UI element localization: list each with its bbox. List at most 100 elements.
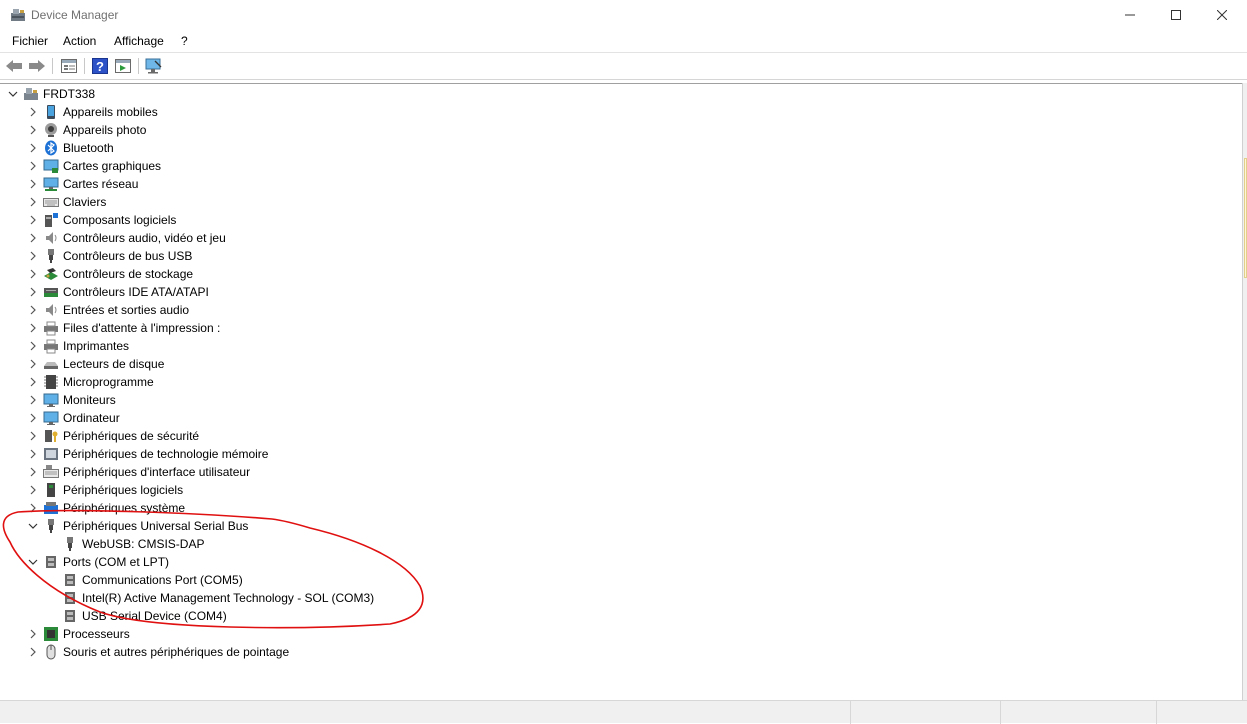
usb-icon — [43, 518, 59, 534]
chevron-right-icon[interactable] — [27, 337, 39, 355]
tree-item[interactable]: Cartes réseau — [27, 175, 138, 193]
menu-action[interactable]: Action — [63, 34, 96, 48]
bluetooth-icon — [43, 140, 59, 156]
device-item[interactable]: Communications Port (COM5) — [58, 571, 243, 589]
menu-fichier[interactable]: Fichier — [12, 34, 48, 48]
chevron-right-icon[interactable] — [27, 247, 39, 265]
chevron-right-icon[interactable] — [27, 427, 39, 445]
chevron-right-icon[interactable] — [27, 121, 39, 139]
forward-button[interactable] — [28, 57, 46, 75]
security-device-icon — [43, 428, 59, 444]
device-item[interactable]: Intel(R) Active Management Technology - … — [58, 589, 374, 607]
chevron-right-icon[interactable] — [27, 229, 39, 247]
chevron-right-icon[interactable] — [27, 319, 39, 337]
chevron-right-icon[interactable] — [27, 445, 39, 463]
port-icon — [62, 590, 78, 606]
tree-item[interactable]: Contrôleurs de stockage — [27, 265, 193, 283]
toolbar-separator — [84, 58, 85, 74]
tree-item[interactable]: Moniteurs — [27, 391, 116, 409]
tree-item[interactable]: Claviers — [27, 193, 106, 211]
status-divider — [850, 701, 851, 724]
port-icon — [62, 572, 78, 588]
tree-item[interactable]: Imprimantes — [27, 337, 129, 355]
scan-hardware-button[interactable] — [145, 57, 163, 75]
chevron-right-icon[interactable] — [27, 643, 39, 661]
device-item[interactable]: WebUSB: CMSIS-DAP — [58, 535, 204, 553]
chevron-right-icon[interactable] — [27, 283, 39, 301]
tree-item[interactable]: Composants logiciels — [27, 211, 176, 229]
device-item[interactable]: USB Serial Device (COM4) — [58, 607, 227, 625]
back-button[interactable] — [5, 57, 23, 75]
tree-item-label: Claviers — [63, 195, 107, 209]
chevron-right-icon[interactable] — [27, 481, 39, 499]
update-driver-button[interactable] — [114, 57, 132, 75]
toolbar-separator — [52, 58, 53, 74]
tree-item-usb-bus[interactable]: Périphériques Universal Serial Bus — [27, 517, 248, 535]
chevron-right-icon[interactable] — [27, 103, 39, 121]
chevron-right-icon[interactable] — [27, 499, 39, 517]
tree-item[interactable]: Périphériques d'interface utilisateur — [27, 463, 250, 481]
chevron-down-icon[interactable] — [27, 553, 39, 571]
maximize-icon — [1171, 10, 1181, 20]
storage-controller-icon — [43, 266, 59, 282]
help-button[interactable]: ? — [91, 57, 109, 75]
tree-root[interactable]: FRDT338 — [7, 85, 95, 103]
chevron-right-icon[interactable] — [27, 373, 39, 391]
device-item-label: Intel(R) Active Management Technology - … — [82, 591, 375, 605]
chevron-right-icon[interactable] — [27, 265, 39, 283]
tree-item[interactable]: Contrôleurs IDE ATA/ATAPI — [27, 283, 209, 301]
minimize-button[interactable] — [1107, 0, 1153, 30]
tree-item[interactable]: Entrées et sorties audio — [27, 301, 189, 319]
tree-item[interactable]: Périphériques de technologie mémoire — [27, 445, 268, 463]
chevron-right-icon[interactable] — [27, 409, 39, 427]
menu-affichage[interactable]: Affichage — [114, 34, 164, 48]
chevron-right-icon[interactable] — [27, 625, 39, 643]
close-button[interactable] — [1199, 0, 1245, 30]
chevron-right-icon[interactable] — [27, 157, 39, 175]
tree-item[interactable]: Contrôleurs audio, vidéo et jeu — [27, 229, 226, 247]
tree-item[interactable]: Processeurs — [27, 625, 130, 643]
tree-item[interactable]: Souris et autres périphériques de pointa… — [27, 643, 289, 661]
scrollbar-strip[interactable] — [1242, 83, 1247, 700]
tree-item[interactable]: Contrôleurs de bus USB — [27, 247, 192, 265]
tree-item[interactable]: Périphériques système — [27, 499, 185, 517]
tree-item[interactable]: Ordinateur — [27, 409, 120, 427]
tree-item-ports[interactable]: Ports (COM et LPT) — [27, 553, 169, 571]
chevron-down-icon[interactable] — [7, 85, 19, 103]
tree-item[interactable]: Périphériques de sécurité — [27, 427, 199, 445]
chevron-right-icon[interactable] — [27, 211, 39, 229]
tree-item-label: Entrées et sorties audio — [63, 303, 190, 317]
tree-item[interactable]: Appareils photo — [27, 121, 146, 139]
maximize-button[interactable] — [1153, 0, 1199, 30]
tree-item[interactable]: Cartes graphiques — [27, 157, 161, 175]
menu-help[interactable]: ? — [181, 34, 188, 48]
window-title: Device Manager — [31, 8, 119, 22]
system-device-icon — [43, 500, 59, 516]
tree-item-label: Périphériques de technologie mémoire — [63, 447, 269, 461]
tree-item[interactable]: Bluetooth — [27, 139, 114, 157]
tree-item-label: Périphériques système — [63, 501, 186, 515]
chevron-right-icon[interactable] — [27, 193, 39, 211]
properties-button[interactable] — [60, 57, 78, 75]
memory-device-icon — [43, 446, 59, 462]
computer-tower-icon — [23, 86, 39, 102]
tree-item[interactable]: Microprogramme — [27, 373, 154, 391]
speaker-icon — [43, 302, 59, 318]
chevron-right-icon[interactable] — [27, 175, 39, 193]
chevron-right-icon[interactable] — [27, 355, 39, 373]
chevron-right-icon[interactable] — [27, 463, 39, 481]
chevron-right-icon[interactable] — [27, 301, 39, 319]
chevron-right-icon[interactable] — [27, 391, 39, 409]
chevron-down-icon[interactable] — [27, 517, 39, 535]
update-driver-icon — [115, 59, 131, 73]
tree-item[interactable]: Appareils mobiles — [27, 103, 158, 121]
svg-text:?: ? — [96, 59, 104, 74]
ide-controller-icon — [43, 284, 59, 300]
network-adapter-icon — [43, 176, 59, 192]
tree-item[interactable]: Périphériques logiciels — [27, 481, 183, 499]
tree-item[interactable]: Lecteurs de disque — [27, 355, 164, 373]
chevron-right-icon[interactable] — [27, 139, 39, 157]
tree-item-label: Bluetooth — [63, 141, 114, 155]
tree-item[interactable]: Files d'attente à l'impression : — [27, 319, 220, 337]
device-item-label: Communications Port (COM5) — [82, 573, 243, 587]
